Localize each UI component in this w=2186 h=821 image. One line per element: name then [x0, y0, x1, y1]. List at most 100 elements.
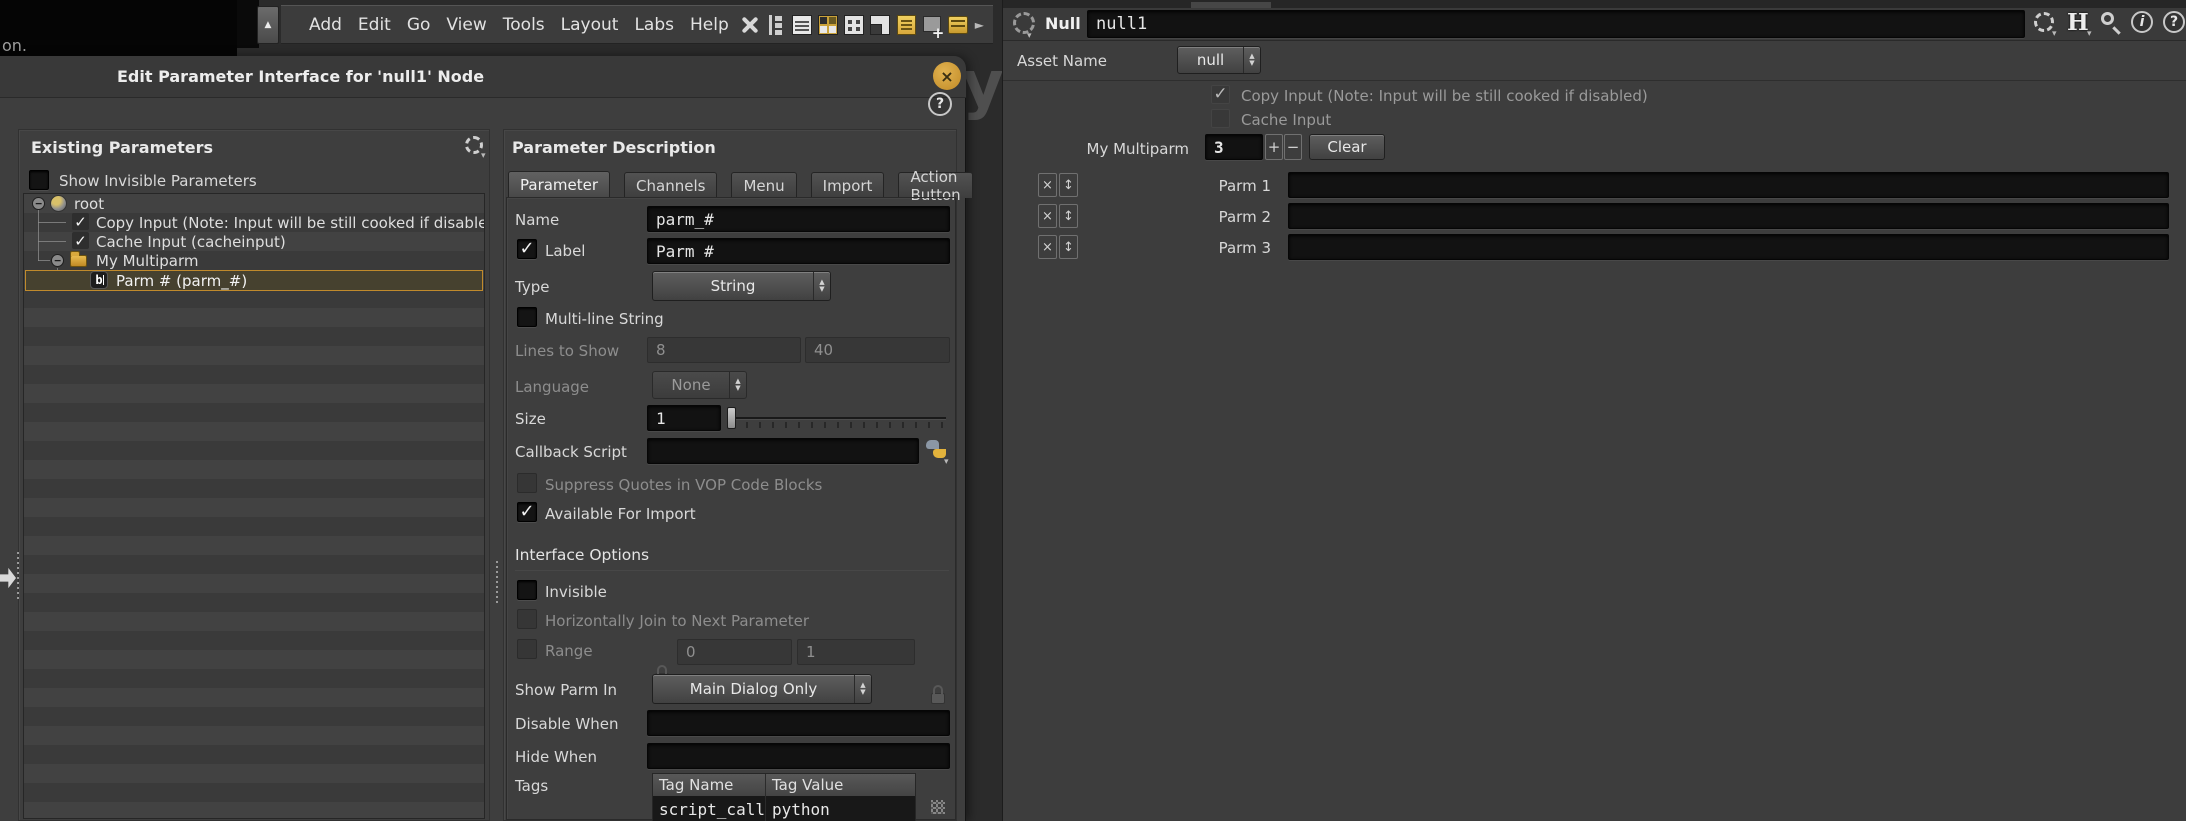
- menu-layout[interactable]: Layout: [553, 15, 627, 35]
- python-icon-caret: ▾: [944, 458, 949, 467]
- info-icon[interactable]: i: [2131, 11, 2153, 33]
- tree-row-my-multiparm[interactable]: − My Multiparm: [24, 251, 485, 270]
- callback-script-field[interactable]: [647, 438, 919, 464]
- show-parm-in-dropdown[interactable]: Main Dialog Only ▲▼: [652, 674, 872, 704]
- parm2-delete-button[interactable]: ×: [1038, 204, 1057, 228]
- wrench-tools-icon[interactable]: [737, 12, 763, 38]
- range-checkbox[interactable]: [517, 639, 537, 659]
- houdini-logo-icon[interactable]: H: [2067, 9, 2089, 36]
- help-icon[interactable]: ?: [2163, 11, 2185, 33]
- scroll-up-button[interactable]: ▲: [257, 6, 279, 44]
- tab-action-button[interactable]: Action Button: [898, 172, 972, 198]
- tags-table-resize-grip[interactable]: [931, 800, 945, 814]
- parm2-reorder-button[interactable]: ↕: [1059, 204, 1078, 228]
- tags-col-tag-value[interactable]: Tag Value: [766, 774, 915, 796]
- parm1-reorder-button[interactable]: ↕: [1059, 173, 1078, 197]
- range-max-field[interactable]: 1: [797, 639, 915, 665]
- panel-dots-icon[interactable]: [841, 12, 867, 38]
- tree-view-icon[interactable]: [763, 12, 789, 38]
- parm3-field[interactable]: [1288, 234, 2169, 260]
- language-dropdown[interactable]: None ▲▼: [652, 371, 747, 399]
- show-parm-in-spinner[interactable]: ▲▼: [854, 675, 871, 703]
- close-button[interactable]: ×: [933, 62, 961, 90]
- available-import-label: Available For Import: [545, 505, 696, 523]
- more-arrow-icon[interactable]: ►: [971, 18, 988, 32]
- root-expander[interactable]: −: [32, 197, 45, 210]
- shelf-icon[interactable]: [945, 12, 971, 38]
- label-checkbox[interactable]: ✓: [517, 239, 537, 259]
- parameter-tree-list[interactable]: − root ✓ Copy Input (Note: Input will be…: [23, 193, 485, 819]
- show-invisible-checkbox[interactable]: [29, 170, 49, 190]
- dialog-help-button[interactable]: ?: [928, 92, 952, 116]
- range-min-field[interactable]: 0: [677, 639, 792, 665]
- parm2-field[interactable]: [1288, 203, 2169, 229]
- menu-view[interactable]: View: [438, 15, 494, 35]
- type-dropdown[interactable]: String ▲▼: [652, 271, 831, 301]
- asset-name-spinner[interactable]: ▲▼: [1243, 47, 1260, 73]
- language-spinner[interactable]: ▲▼: [729, 372, 746, 398]
- menu-go[interactable]: Go: [399, 15, 439, 35]
- size-slider-handle[interactable]: [727, 407, 736, 429]
- size-slider[interactable]: [725, 405, 950, 431]
- parm1-field[interactable]: [1288, 172, 2169, 198]
- tab-channels[interactable]: Channels: [624, 172, 717, 198]
- tree-row-copy-input[interactable]: ✓ Copy Input (Note: Input will be still …: [24, 213, 485, 232]
- label-field[interactable]: Parm #: [647, 238, 950, 264]
- multiparm-expander[interactable]: −: [51, 254, 64, 267]
- dialog-edge-grip[interactable]: [17, 552, 19, 600]
- cache-input-checkbox[interactable]: [1211, 109, 1230, 128]
- tab-import[interactable]: Import: [811, 172, 885, 198]
- lines-to-show-field2[interactable]: 40: [805, 337, 950, 363]
- menu-labs[interactable]: Labs: [626, 15, 682, 35]
- dialog-titlebar[interactable]: Edit Parameter Interface for 'null1' Nod…: [0, 56, 966, 98]
- multiparm-clear-button[interactable]: Clear: [1309, 134, 1385, 160]
- lines-to-show-field1[interactable]: 8: [647, 337, 801, 363]
- note-icon[interactable]: [893, 12, 919, 38]
- search-icon[interactable]: [2101, 12, 2114, 25]
- size-slider-ticks: [733, 422, 945, 428]
- list-view-icon[interactable]: [789, 12, 815, 38]
- range-label: Range: [545, 642, 593, 660]
- check-icon: ✓: [72, 232, 89, 249]
- multiparm-remove-button[interactable]: −: [1284, 134, 1302, 160]
- tab-menu[interactable]: Menu: [731, 172, 796, 198]
- grid-view-icon[interactable]: [815, 12, 841, 38]
- node-name-field[interactable]: null1: [1087, 10, 2025, 38]
- invisible-checkbox[interactable]: [517, 580, 537, 600]
- tags-table-row[interactable]: script_call python: [653, 796, 915, 821]
- tree-row-cache-input[interactable]: ✓ Cache Input (cacheinput): [24, 232, 485, 251]
- horizontal-join-checkbox[interactable]: [517, 609, 537, 629]
- parm3-delete-button[interactable]: ×: [1038, 235, 1057, 259]
- image-add-icon[interactable]: +: [919, 12, 945, 38]
- tag-value-cell[interactable]: python: [766, 796, 915, 821]
- tag-name-cell[interactable]: script_call: [653, 796, 766, 821]
- suppress-quotes-checkbox[interactable]: [517, 473, 537, 493]
- multiline-checkbox[interactable]: [517, 307, 537, 327]
- tab-parameter[interactable]: Parameter: [508, 171, 610, 198]
- hide-when-field[interactable]: [647, 743, 950, 769]
- asset-name-label: Asset Name: [1017, 52, 1107, 70]
- gear-icon[interactable]: [2034, 12, 2054, 32]
- tags-col-tag-name[interactable]: Tag Name: [653, 774, 766, 796]
- type-spinner[interactable]: ▲▼: [813, 272, 830, 300]
- copy-input-checkbox[interactable]: ✓: [1211, 85, 1230, 104]
- tree-row-parm-selected[interactable]: b Parm # (parm_#): [25, 270, 483, 291]
- name-field[interactable]: parm_#: [647, 206, 950, 232]
- parm3-reorder-button[interactable]: ↕: [1059, 235, 1078, 259]
- menu-tools[interactable]: Tools: [495, 15, 553, 35]
- range-max-lock-icon[interactable]: [931, 693, 945, 704]
- disable-when-field[interactable]: [647, 710, 950, 736]
- menu-help[interactable]: Help: [682, 15, 737, 35]
- multiparm-count-field[interactable]: 3: [1205, 134, 1263, 160]
- available-import-checkbox[interactable]: ✓: [517, 502, 537, 522]
- size-field[interactable]: 1: [647, 405, 721, 431]
- asset-name-dropdown[interactable]: null ▲▼: [1177, 46, 1261, 74]
- language-value: None: [653, 372, 729, 398]
- panel-splitter-grip[interactable]: [496, 561, 498, 605]
- tree-row-root[interactable]: − root: [24, 194, 485, 213]
- multiparm-add-button[interactable]: +: [1265, 134, 1283, 160]
- panes-icon[interactable]: [867, 12, 893, 38]
- menu-edit[interactable]: Edit: [350, 15, 399, 35]
- parm1-delete-button[interactable]: ×: [1038, 173, 1057, 197]
- menu-add[interactable]: Add: [301, 15, 350, 35]
